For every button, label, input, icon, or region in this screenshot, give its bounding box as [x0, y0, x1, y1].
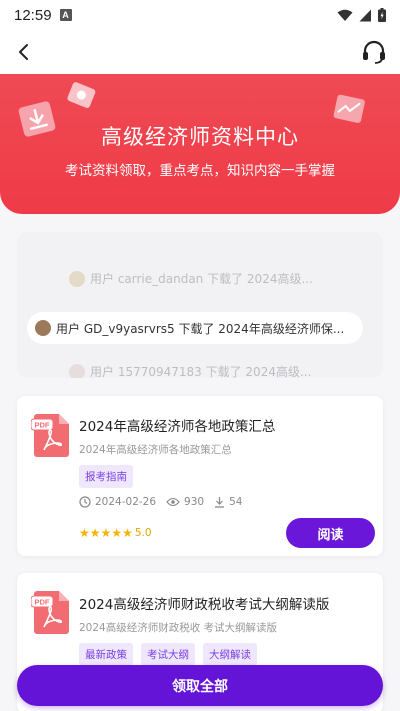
user-avatar [69, 363, 85, 378]
notification-icon: A [59, 9, 72, 21]
headset-icon [363, 40, 385, 64]
rating: ★ ★ ★ ★ ★ 5.0 [79, 527, 152, 539]
ticker-item: 用户 carrie_dandan 下载了 2024高级... [69, 270, 313, 287]
tag-list: 最新政策 考试大纲 大纲解读 [79, 643, 257, 666]
star-icon: ★ [89, 526, 101, 540]
user-avatar [69, 270, 85, 287]
document-meta: 2024-02-26 930 54 [79, 496, 242, 508]
pdf-file-icon: PDF [31, 414, 69, 457]
hero-subtitle: 考试资料领取，重点考点，知识内容一手掌握 [65, 163, 335, 179]
view-count: 930 [184, 496, 205, 508]
wifi-icon [337, 9, 353, 21]
tag-list: 报考指南 [79, 465, 133, 488]
ticker-item-active: 用户 GD_v9yasrvrs5 下载了 2024年高级经济师保... [27, 312, 363, 344]
document-title: 2024年高级经济师各地政策汇总 [79, 419, 276, 435]
download-ticker: 用户 carrie_dandan 下载了 2024高级... 用户 GD_v9y… [17, 232, 383, 378]
status-time: 12:59 [14, 6, 52, 24]
customer-service-button[interactable] [358, 36, 390, 68]
ticker-text: 用户 15770947183 下载了 2024高级... [90, 365, 312, 378]
download-count: 54 [229, 496, 243, 508]
pdf-file-icon: PDF [31, 591, 69, 634]
signal-icon [359, 9, 371, 21]
pdf-label: PDF [35, 421, 50, 430]
ticker-item: 用户 15770947183 下载了 2024高级... [69, 363, 311, 378]
ticker-text: 用户 GD_v9yasrvrs5 下载了 2024年高级经济师保... [56, 321, 345, 336]
eye-icon [166, 497, 180, 507]
download-icon [215, 497, 225, 508]
rating-value: 5.0 [134, 527, 152, 539]
document-card[interactable]: PDF 2024年高级经济师各地政策汇总 2024年高级经济师各地政策汇总 报考… [17, 396, 383, 556]
star-icon: ★ [111, 526, 123, 540]
hero-title: 高级经济师资料中心 [101, 125, 299, 149]
publish-date: 2024-02-26 [95, 496, 157, 508]
tag: 考试大纲 [141, 643, 195, 666]
clock-icon [79, 496, 91, 508]
tag: 最新政策 [79, 643, 133, 666]
user-avatar [35, 320, 51, 336]
ticker-text: 用户 carrie_dandan 下载了 2024高级... [90, 272, 313, 286]
tag: 大纲解读 [203, 643, 257, 666]
read-button[interactable]: 阅读 [286, 518, 375, 548]
claim-all-button[interactable]: 领取全部 [17, 665, 383, 706]
star-icon: ★ [122, 526, 133, 540]
status-bar: 12:59 A [0, 0, 400, 30]
nav-bar [0, 30, 400, 74]
document-title: 2024高级经济师财政税收考试大纲解读版 [79, 597, 330, 613]
document-description: 2024高级经济师财政税收 考试大纲解读版 [79, 622, 278, 634]
back-button[interactable] [10, 38, 38, 66]
hero-banner: 高级经济师资料中心 考试资料领取，重点考点，知识内容一手掌握 [0, 74, 400, 214]
star-icon: ★ [100, 526, 112, 540]
photo-card-icon [67, 82, 96, 108]
pdf-label: PDF [35, 598, 50, 607]
back-arrow-icon [19, 44, 28, 60]
battery-icon [378, 8, 386, 22]
document-description: 2024年高级经济师各地政策汇总 [79, 444, 232, 456]
star-icon: ★ [79, 526, 90, 540]
tag: 报考指南 [79, 465, 133, 488]
